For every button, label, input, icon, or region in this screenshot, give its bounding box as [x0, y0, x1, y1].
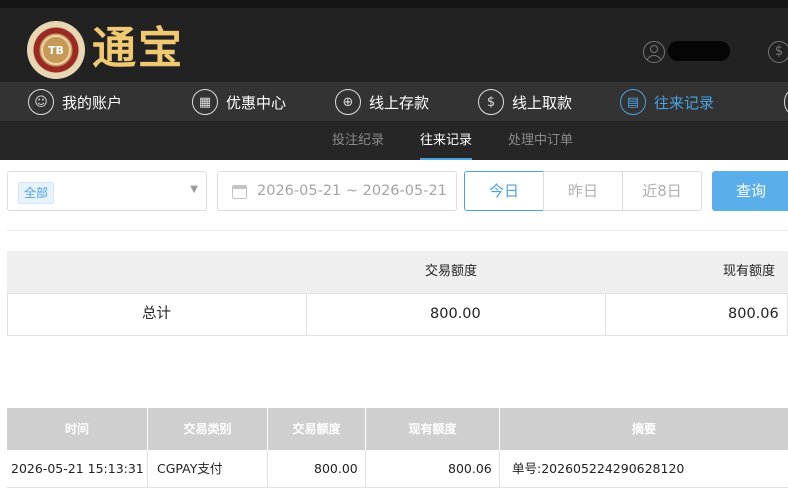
nav-item-label: 往来记录: [654, 93, 715, 112]
summary-balance: 800.06: [728, 306, 779, 322]
deposit-icon: ⊕: [335, 89, 361, 115]
logo-text[interactable]: 通宝: [92, 22, 184, 76]
nav-item-deposit[interactable]: ⊕ 线上存款: [335, 82, 429, 122]
col-time: 时间: [64, 422, 89, 436]
nav-item-promotions[interactable]: ▦ 优惠中心: [192, 82, 286, 122]
col-type: 交易类别: [183, 422, 232, 436]
nav-item-label: 我的账户: [62, 93, 123, 112]
nav-item-account[interactable]: ☺ 我的账户: [28, 82, 122, 122]
date-range-value: 2026-05-21 ~ 2026-05-21: [257, 183, 447, 199]
username-redacted: [668, 41, 730, 61]
user-avatar-icon[interactable]: [643, 41, 665, 63]
nav-item-withdraw[interactable]: $ 线上取款: [478, 82, 572, 122]
type-select-value: 全部: [18, 182, 55, 204]
logo-chip-icon[interactable]: TB: [27, 21, 85, 79]
tab-transactions[interactable]: 往来记录: [420, 122, 473, 160]
page: TB 通宝 $ ☺ 我的账户 ▦ 优惠中心 ⊕ 线上存款 $ 线上取款 ▤ 往来…: [0, 0, 788, 492]
date-range-input[interactable]: 2026-05-21 ~ 2026-05-21: [217, 171, 457, 211]
summary-label: 总计: [142, 306, 171, 322]
record-icon: ▤: [620, 89, 646, 115]
logo-badge: TB: [41, 35, 71, 65]
details-header: 时间 交易类别 交易额度 现有额度 摘要: [7, 408, 788, 450]
filter-last8days-button[interactable]: 近8日: [622, 171, 702, 211]
nav-item-records[interactable]: ▤ 往来记录: [620, 82, 714, 122]
table-row: 2026-05-21 15:13:31 CGPAY支付 800.00 800.0…: [7, 450, 788, 488]
summary-row: 总计 800.00 800.06: [7, 293, 788, 336]
type-select[interactable]: 全部 ▼: [7, 171, 207, 211]
cell-balance: 800.06: [448, 461, 492, 476]
col-summary: 摘要: [631, 422, 656, 436]
col-balance: 现有额度: [408, 422, 457, 436]
cell-amount: 800.00: [314, 461, 358, 476]
user-icon: ☺: [28, 89, 54, 115]
summary-header-balance: 现有额度: [723, 264, 776, 279]
summary-header: 交易额度 现有额度: [7, 251, 788, 293]
sub-nav: 投注纪录 往来记录 处理中订单: [0, 122, 788, 160]
balance-icon[interactable]: $: [768, 41, 788, 63]
cell-time: 2026-05-21 15:13:31: [11, 461, 144, 476]
tab-bet-records[interactable]: 投注纪录: [332, 122, 384, 160]
cell-summary: 单号:202605224290628120: [512, 461, 685, 476]
query-button[interactable]: 查询: [712, 171, 788, 211]
main-nav: ☺ 我的账户 ▦ 优惠中心 ⊕ 线上存款 $ 线上取款 ▤ 往来记录: [0, 82, 788, 122]
withdraw-icon: $: [478, 89, 504, 115]
summary-header-amount: 交易额度: [425, 264, 478, 279]
chevron-down-icon: ▼: [190, 184, 198, 195]
summary-amount: 800.00: [430, 306, 481, 322]
tab-pending-orders[interactable]: 处理中订单: [508, 122, 573, 160]
nav-item-label: 线上取款: [512, 93, 573, 112]
nav-item-label: 优惠中心: [226, 93, 287, 112]
divider: [7, 230, 788, 231]
nav-item-label: 线上存款: [369, 93, 430, 112]
calendar-icon: [232, 185, 247, 199]
top-header: TB 通宝 $: [0, 0, 788, 82]
filter-yesterday-button[interactable]: 昨日: [543, 171, 623, 211]
cell-type: CGPAY支付: [157, 461, 223, 476]
col-amount: 交易额度: [292, 422, 341, 436]
filter-today-button[interactable]: 今日: [464, 171, 544, 211]
header-bar: TB 通宝 $: [0, 8, 788, 82]
gift-icon: ▦: [192, 89, 218, 115]
